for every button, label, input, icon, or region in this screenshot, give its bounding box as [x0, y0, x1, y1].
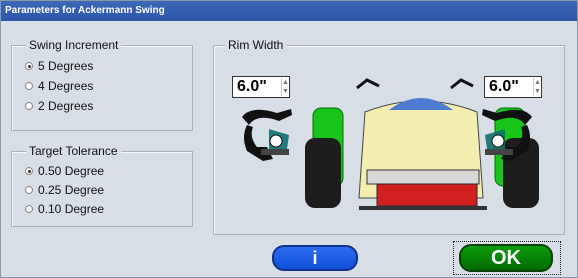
radio-checked-icon[interactable] — [25, 167, 33, 175]
info-button[interactable]: i — [272, 245, 358, 271]
ok-button[interactable]: OK — [459, 244, 553, 272]
rim-width-legend: Rim Width — [225, 38, 287, 52]
radio-icon[interactable] — [25, 186, 33, 194]
tolerance-option-010[interactable]: 0.10 Degree — [25, 202, 104, 216]
radio-label: 0.50 Degree — [38, 164, 105, 178]
radio-label: 2 Degrees — [38, 99, 94, 113]
tolerance-option-025[interactable]: 0.25 Degree — [25, 183, 104, 197]
radio-label: 4 Degrees — [38, 79, 94, 93]
dialog-window: Parameters for Ackermann Swing Swing Inc… — [0, 0, 578, 278]
radio-icon[interactable] — [25, 82, 33, 90]
swing-option-4[interactable]: 4 Degrees — [25, 79, 93, 93]
swing-increment-legend: Swing Increment — [26, 38, 122, 52]
radio-label: 0.25 Degree — [38, 183, 105, 197]
radio-checked-icon[interactable] — [25, 62, 33, 70]
window-title: Parameters for Ackermann Swing — [1, 1, 577, 21]
radio-icon[interactable] — [25, 102, 33, 110]
swing-option-5[interactable]: 5 Degrees — [25, 59, 93, 73]
swing-option-2[interactable]: 2 Degrees — [25, 99, 93, 113]
target-tolerance-legend: Target Tolerance — [26, 144, 121, 158]
vehicle-graphic — [242, 78, 539, 210]
radio-label: 0.10 Degree — [38, 202, 105, 216]
left-wheel-clamp-icon — [242, 109, 292, 161]
tolerance-option-050[interactable]: 0.50 Degree — [25, 164, 104, 178]
radio-label: 5 Degrees — [38, 59, 94, 73]
radio-icon[interactable] — [25, 205, 33, 213]
